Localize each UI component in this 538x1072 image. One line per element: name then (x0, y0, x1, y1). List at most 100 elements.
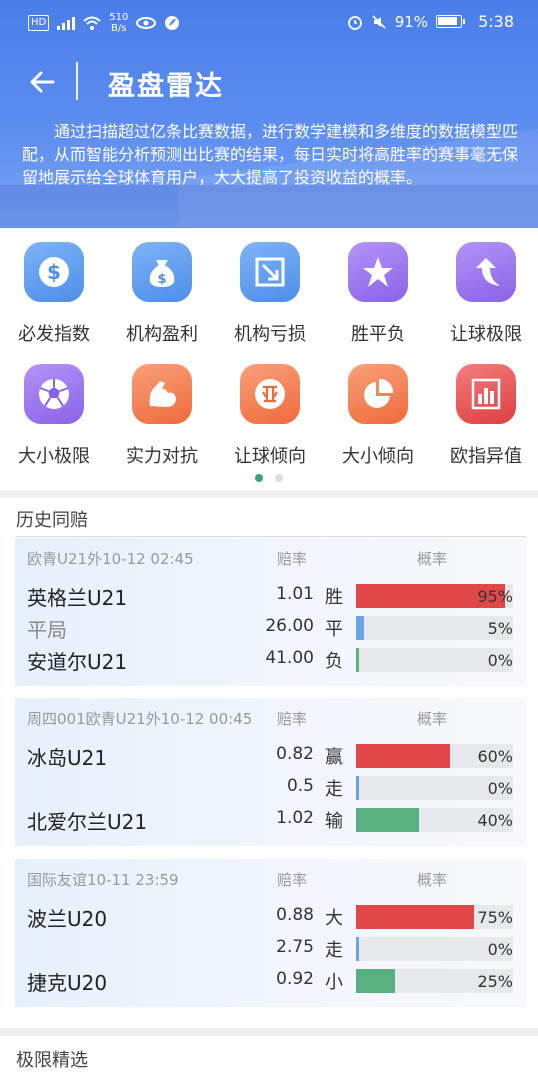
probability-bar: 5% (356, 616, 513, 640)
match-header: 周四001欧青U21外10-12 00:45 (27, 710, 253, 728)
money-bag-icon: $ (132, 242, 192, 302)
odds-column-header: 赔率 (277, 871, 308, 889)
grid-label: 必发指数 (18, 324, 90, 345)
back-arrow-icon (30, 71, 55, 93)
odds-value: 41.00 (265, 648, 314, 668)
intro-text: 通过扫描超过亿条比赛数据，进行数学建模和多维度的数据模型匹配，从而智能分析预测出… (22, 122, 519, 187)
probability-percent: 95% (477, 587, 513, 606)
odds-value: 0.88 (276, 905, 314, 925)
grid-item-euro-index-anomaly[interactable]: 欧指异值 (432, 350, 538, 467)
match-card[interactable]: 国际友谊10-11 23:59 赔率 概率 波兰U20 0.88 大 75% 2… (15, 859, 526, 1007)
section-divider (16, 536, 526, 537)
grid-item-handicap-tendency[interactable]: 让球倾向 (216, 350, 324, 467)
team-name: 平局 (27, 618, 67, 642)
bar-chart-icon (456, 364, 516, 424)
grid-item-strength-contest[interactable]: 实力对抗 (108, 350, 216, 467)
page-dot-2[interactable] (275, 474, 283, 482)
grid-item-institution-profit[interactable]: $ 机构盈利 (108, 228, 216, 345)
probability-percent: 0% (487, 940, 513, 959)
probability-fill (356, 616, 364, 640)
result-label: 走 (325, 779, 343, 800)
title-divider (76, 62, 78, 100)
ya-coin-icon (240, 364, 300, 424)
grid-label: 让球极限 (450, 324, 522, 345)
result-row: 2.75 走 0% (15, 933, 526, 965)
result-row: 安道尔U21 41.00 负 0% (15, 644, 526, 676)
result-row: 平局 26.00 平 5% (15, 612, 526, 644)
probability-bar: 95% (356, 584, 513, 608)
mute-icon (372, 14, 386, 29)
grid-row-1: $ 必发指数 $ 机构盈利 机构亏损 胜平负 让球极限 (0, 228, 538, 345)
probability-bar: 75% (356, 905, 513, 929)
alarm-icon (347, 15, 362, 30)
signal-icon (57, 16, 76, 30)
curved-arrow-icon (456, 242, 516, 302)
probability-bar: 40% (356, 808, 513, 832)
hd-badge: HD (28, 15, 50, 31)
header: HD 510 B/s 91% 5:38 盈盘雷达 通过扫描超过亿条比赛数据，进行数… (0, 0, 538, 228)
match-header: 国际友谊10-11 23:59 (27, 871, 179, 889)
grid-item-over-under-tendency[interactable]: 大小倾向 (324, 350, 432, 467)
page-indicator (0, 474, 538, 484)
match-card[interactable]: 周四001欧青U21外10-12 00:45 赔率 概率 冰岛U21 0.82 … (15, 698, 526, 846)
odds-value: 0.82 (276, 744, 314, 764)
header-decoration-band (0, 185, 538, 228)
limit-picks-section: 极限精选 (0, 1036, 538, 1072)
probability-percent: 0% (487, 779, 513, 798)
result-label: 输 (325, 811, 343, 832)
probability-bar: 0% (356, 937, 513, 961)
result-row: 波兰U20 0.88 大 75% (15, 901, 526, 933)
odds-column-header: 赔率 (277, 550, 308, 568)
history-section: 历史同赔 欧青U21外10-12 02:45 赔率 概率 英格兰U21 1.01… (0, 498, 538, 1028)
grid-item-handicap-limit[interactable]: 让球极限 (432, 228, 538, 345)
odds-value: 2.75 (276, 937, 314, 957)
probability-fill (356, 937, 359, 961)
back-button[interactable] (22, 62, 62, 102)
grid-item-bifa-index[interactable]: $ 必发指数 (0, 228, 108, 345)
grid-item-over-under-limit[interactable]: 大小极限 (0, 350, 108, 467)
page-dot-1[interactable] (255, 474, 263, 482)
wifi-icon (83, 16, 101, 30)
match-card[interactable]: 欧青U21外10-12 02:45 赔率 概率 英格兰U21 1.01 胜 95… (15, 538, 526, 686)
result-label: 胜 (325, 587, 343, 608)
team-name: 安道尔U21 (27, 650, 128, 674)
team-name: 冰岛U21 (27, 746, 108, 770)
clock: 5:38 (478, 12, 514, 31)
result-row: 北爱尔兰U21 1.02 输 40% (15, 804, 526, 836)
probability-percent: 5% (487, 619, 513, 638)
team-name: 捷克U20 (27, 971, 108, 995)
result-row: 0.5 走 0% (15, 772, 526, 804)
odds-value: 0.92 (276, 969, 314, 989)
pie-chart-icon (348, 364, 408, 424)
result-row: 捷克U20 0.92 小 25% (15, 965, 526, 997)
page-title: 盈盘雷达 (108, 71, 224, 102)
section-title: 极限精选 (16, 1050, 88, 1071)
grid-item-institution-loss[interactable]: 机构亏损 (216, 228, 324, 345)
star-icon (348, 242, 408, 302)
title-bar: 盈盘雷达 (0, 56, 538, 108)
probability-percent: 25% (477, 972, 513, 991)
probability-fill (356, 808, 419, 832)
grid-label: 大小极限 (18, 446, 90, 467)
probability-fill (356, 969, 395, 993)
grid-row-2: 大小极限 实力对抗 让球倾向 大小倾向 欧指异值 (0, 350, 538, 467)
net-speed: 510 B/s (109, 12, 129, 34)
battery-percent: 91% (394, 12, 429, 31)
team-name: 英格兰U21 (27, 586, 128, 610)
grid-label: 欧指异值 (450, 446, 522, 467)
grid-item-win-draw-loss[interactable]: 胜平负 (324, 228, 432, 345)
result-label: 走 (325, 940, 343, 961)
probability-column-header: 概率 (417, 710, 448, 728)
grid-label: 机构盈利 (126, 324, 198, 345)
dollar-coin-icon: $ (24, 242, 84, 302)
match-header: 欧青U21外10-12 02:45 (27, 550, 194, 568)
team-name: 北爱尔兰U21 (27, 810, 148, 834)
result-label: 小 (325, 972, 343, 993)
probability-bar: 60% (356, 744, 513, 768)
probability-percent: 75% (477, 908, 513, 927)
eye-icon (136, 17, 157, 29)
probability-fill (356, 776, 359, 800)
probability-percent: 40% (477, 811, 513, 830)
team-name: 波兰U20 (27, 907, 108, 931)
odds-value: 26.00 (265, 616, 314, 636)
